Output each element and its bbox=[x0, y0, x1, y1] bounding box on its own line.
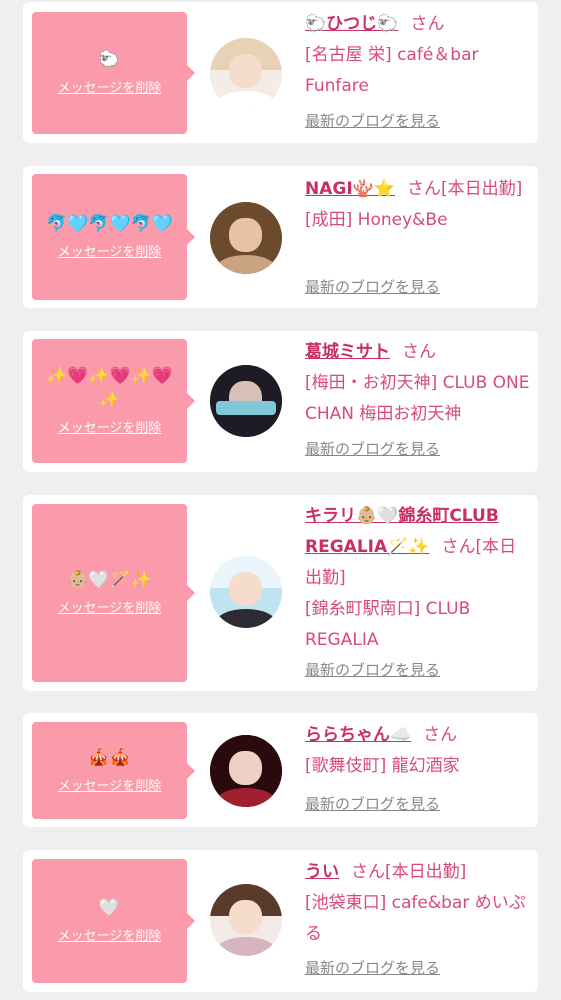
message-emoji: ✨💗✨💗✨💗✨ bbox=[45, 366, 173, 410]
latest-blog-link[interactable]: 最新のブログを見る bbox=[305, 793, 440, 814]
san-suffix: さん bbox=[441, 537, 476, 557]
cast-name-link[interactable]: うい bbox=[305, 862, 339, 882]
cast-info: うい さん[本日出勤] [池袋東口] cafe&bar めいぷる bbox=[305, 857, 533, 950]
delete-message-link[interactable]: メッセージを削除 bbox=[58, 244, 162, 262]
cast-info: 🐑ひつじ🐑 さん [名古屋 栄] café＆bar Funfare bbox=[305, 9, 533, 102]
shop-name: [名古屋 栄] café＆bar Funfare bbox=[305, 45, 479, 96]
delete-message-link[interactable]: メッセージを削除 bbox=[58, 80, 162, 98]
san-suffix: さん bbox=[410, 14, 445, 34]
avatar[interactable] bbox=[210, 884, 282, 956]
cast-info: ららちゃん☁️ さん [歌舞伎町] 龍幻酒家 bbox=[305, 720, 533, 782]
message-card: ✨💗✨💗✨💗✨ メッセージを削除 葛城ミサト さん [梅田・お初天神] CLUB … bbox=[23, 331, 538, 472]
delete-message-link[interactable]: メッセージを削除 bbox=[58, 420, 162, 438]
san-suffix: さん bbox=[407, 179, 441, 199]
message-card: 👶🏼🤍🪄✨ メッセージを削除 キラリ👶🏼🤍錦糸町CLUB REGALIA🪄✨ さん… bbox=[23, 495, 538, 691]
message-bubble: 🐬🩵🐬🩵🐬🩵 メッセージを削除 bbox=[32, 174, 195, 300]
cast-info: NAGI🪸⭐ さん[本日出勤] [成田] Honey&Be bbox=[305, 174, 533, 236]
status-label: [本日出勤] bbox=[385, 862, 467, 882]
message-bubble: 🐑 メッセージを削除 bbox=[32, 12, 195, 134]
cast-info: キラリ👶🏼🤍錦糸町CLUB REGALIA🪄✨ さん[本日出勤] [錦糸町駅南口]… bbox=[305, 501, 533, 656]
cast-info: 葛城ミサト さん [梅田・お初天神] CLUB ONE CHAN 梅田お初天神 bbox=[305, 337, 533, 430]
san-suffix: さん bbox=[423, 725, 458, 745]
message-bubble: 🤍 メッセージを削除 bbox=[32, 859, 195, 983]
san-suffix: さん bbox=[351, 862, 385, 882]
latest-blog-link[interactable]: 最新のブログを見る bbox=[305, 659, 440, 680]
message-card: 🎪🎪 メッセージを削除 ららちゃん☁️ さん [歌舞伎町] 龍幻酒家 最新のブログ… bbox=[23, 713, 538, 827]
avatar[interactable] bbox=[210, 556, 282, 628]
shop-name: [成田] Honey&Be bbox=[305, 210, 448, 230]
avatar[interactable] bbox=[210, 38, 282, 110]
message-emoji: 🐬🩵🐬🩵🐬🩵 bbox=[45, 214, 173, 234]
message-bubble: ✨💗✨💗✨💗✨ メッセージを削除 bbox=[32, 339, 195, 463]
san-suffix: さん bbox=[402, 342, 436, 362]
avatar[interactable] bbox=[210, 202, 282, 274]
message-card: 🐬🩵🐬🩵🐬🩵 メッセージを削除 NAGI🪸⭐ さん[本日出勤] [成田] Hone… bbox=[23, 166, 538, 308]
delete-message-link[interactable]: メッセージを削除 bbox=[58, 600, 162, 618]
message-emoji: 🤍 bbox=[98, 898, 121, 918]
shop-name: [歌舞伎町] 龍幻酒家 bbox=[305, 756, 460, 776]
delete-message-link[interactable]: メッセージを削除 bbox=[58, 928, 162, 946]
message-bubble: 👶🏼🤍🪄✨ メッセージを削除 bbox=[32, 504, 195, 682]
message-emoji: 🐑 bbox=[98, 50, 121, 70]
cast-name-link[interactable]: 🐑ひつじ🐑 bbox=[305, 14, 398, 34]
latest-blog-link[interactable]: 最新のブログを見る bbox=[305, 110, 440, 131]
message-bubble: 🎪🎪 メッセージを削除 bbox=[32, 722, 195, 819]
delete-message-link[interactable]: メッセージを削除 bbox=[58, 778, 162, 796]
cast-name-link[interactable]: 葛城ミサト bbox=[305, 342, 390, 362]
shop-name: [梅田・お初天神] CLUB ONE CHAN 梅田お初天神 bbox=[305, 373, 530, 424]
cast-name-link[interactable]: NAGI🪸⭐ bbox=[305, 179, 395, 199]
latest-blog-link[interactable]: 最新のブログを見る bbox=[305, 276, 440, 297]
shop-name: [池袋東口] cafe&bar めいぷる bbox=[305, 893, 526, 944]
message-card: 🐑 メッセージを削除 🐑ひつじ🐑 さん [名古屋 栄] café＆bar Funf… bbox=[23, 2, 538, 143]
status-label: [本日出勤] bbox=[441, 179, 523, 199]
cast-name-link[interactable]: ららちゃん☁️ bbox=[305, 725, 411, 745]
message-emoji: 👶🏼🤍🪄✨ bbox=[67, 570, 152, 590]
latest-blog-link[interactable]: 最新のブログを見る bbox=[305, 957, 440, 978]
message-emoji: 🎪🎪 bbox=[88, 747, 131, 768]
latest-blog-link[interactable]: 最新のブログを見る bbox=[305, 438, 440, 459]
message-card: 🤍 メッセージを削除 うい さん[本日出勤] [池袋東口] cafe&bar めい… bbox=[23, 850, 538, 992]
avatar[interactable] bbox=[210, 365, 282, 437]
avatar[interactable] bbox=[210, 735, 282, 807]
shop-name: [錦糸町駅南口] CLUB REGALIA bbox=[305, 599, 471, 650]
